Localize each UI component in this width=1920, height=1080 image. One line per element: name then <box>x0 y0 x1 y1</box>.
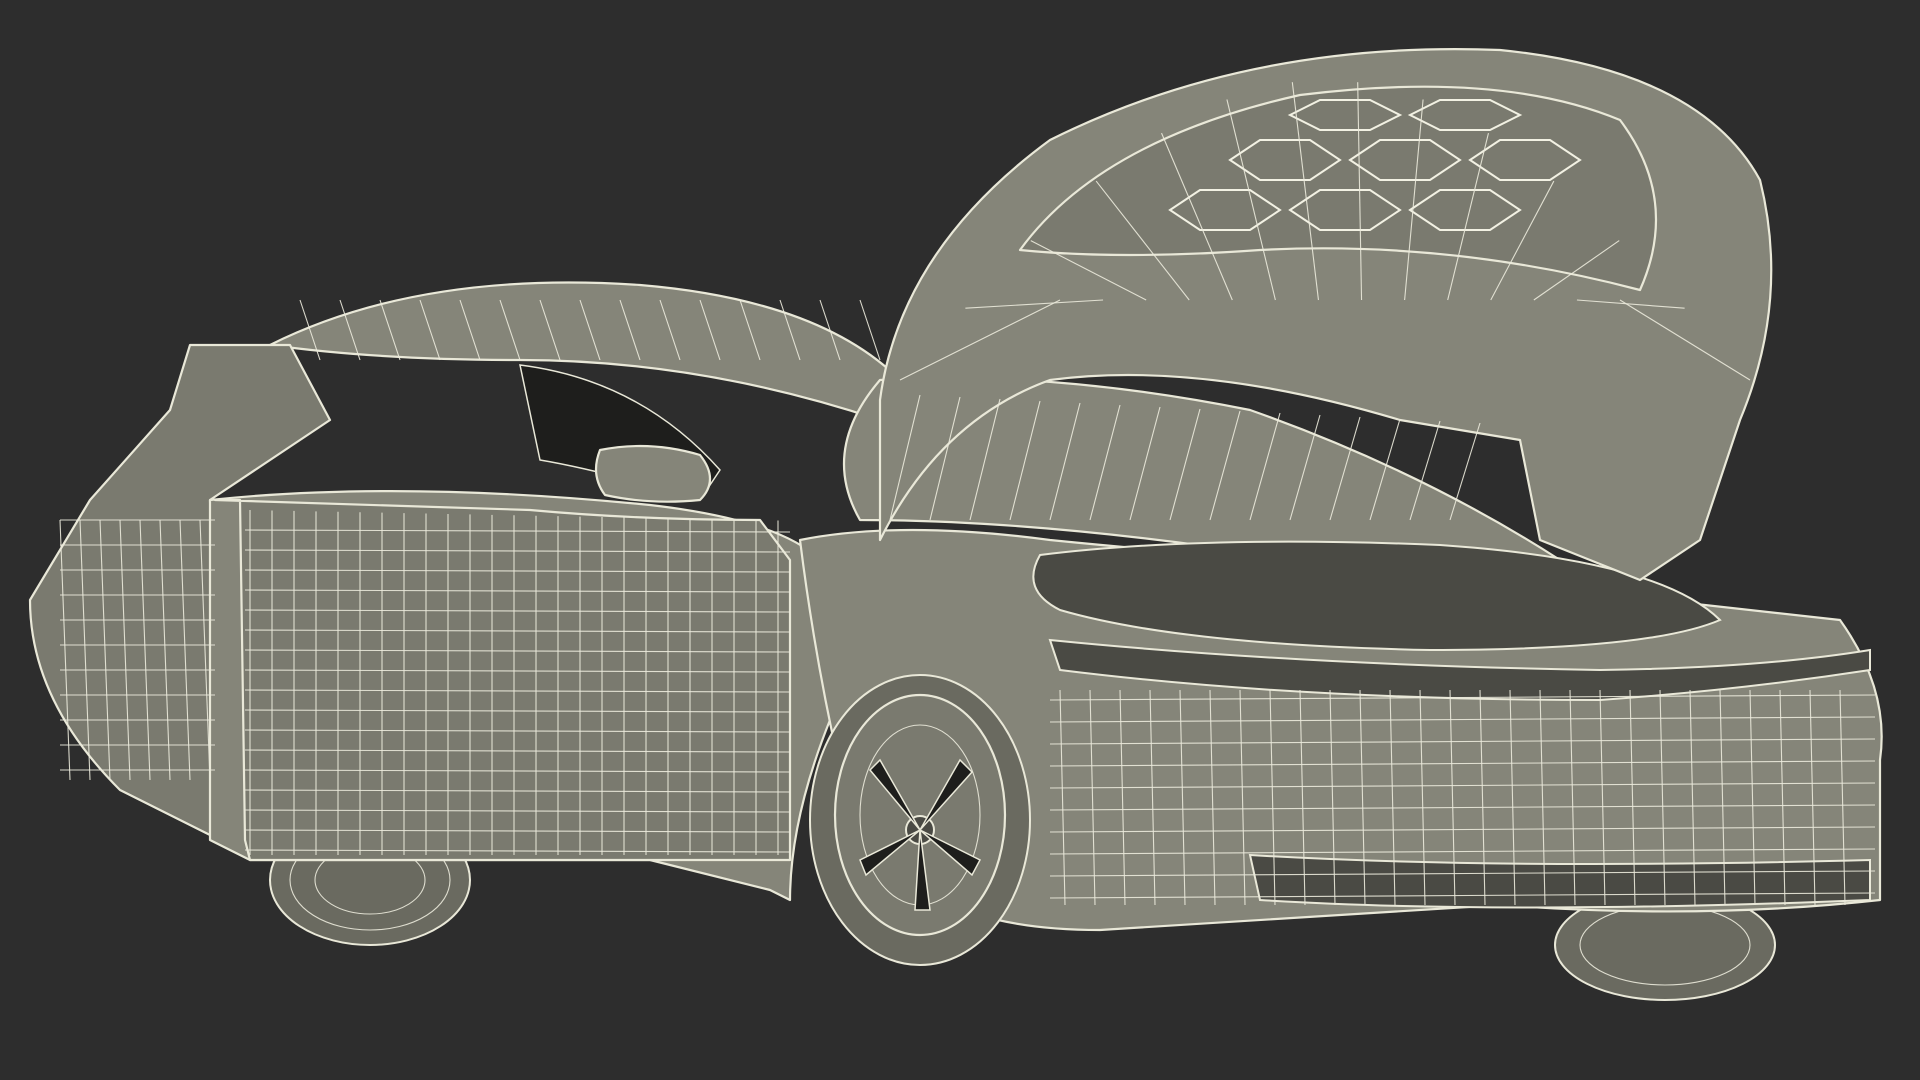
front-door-open <box>213 498 792 862</box>
front-left-wheel <box>809 674 1031 966</box>
car-wireframe-render <box>28 47 1883 1001</box>
render-viewport <box>0 0 1920 1080</box>
side-mirror <box>594 444 712 503</box>
